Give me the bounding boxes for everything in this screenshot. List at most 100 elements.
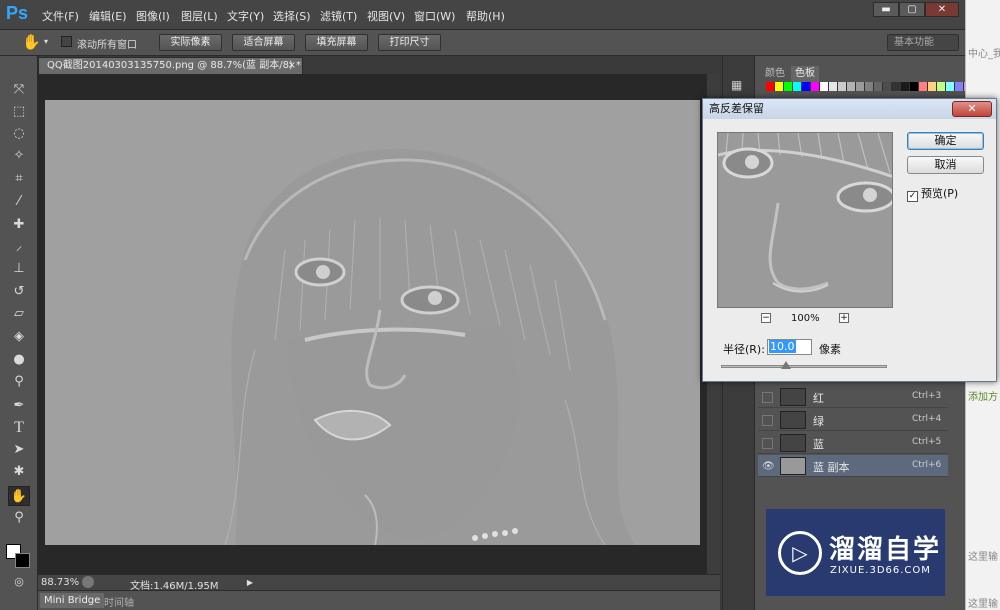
color-swatch[interactable] — [856, 82, 865, 91]
document-tab[interactable]: QQ截图20140303135750.png @ 88.7%(蓝 副本/8) *… — [38, 57, 303, 74]
color-swatch[interactable] — [955, 82, 964, 91]
menu-image[interactable]: 图像(I) — [136, 8, 170, 24]
print-size-button[interactable]: 打印尺寸 — [378, 34, 441, 51]
color-swatch[interactable] — [946, 82, 955, 91]
zoom-in-button[interactable]: + — [839, 313, 849, 323]
color-swatch[interactable] — [784, 82, 793, 91]
color-swatch[interactable] — [937, 82, 946, 91]
menu-file[interactable]: 文件(F) — [42, 8, 79, 24]
color-swatch[interactable] — [892, 82, 901, 91]
zoom-readout[interactable]: 88.73% — [41, 577, 79, 588]
brush-tool-icon[interactable]: ⸝ — [8, 237, 30, 257]
color-swatch[interactable] — [874, 82, 883, 91]
status-info-icon[interactable] — [82, 576, 94, 588]
fill-screen-button[interactable]: 填充屏幕 — [305, 34, 368, 51]
menu-edit[interactable]: 编辑(E) — [89, 8, 127, 24]
menu-view[interactable]: 视图(V) — [367, 8, 405, 24]
actual-pixels-button[interactable]: 实际像素 — [159, 34, 222, 51]
paint-bucket-icon[interactable]: ◈ — [8, 327, 30, 347]
pen-tool-icon[interactable]: ✒ — [8, 396, 30, 416]
dialog-close-button[interactable]: ✕ — [952, 101, 992, 117]
mini-bridge-tab[interactable]: Mini Bridge — [40, 593, 105, 608]
preview-checkbox-row[interactable]: ✓ 预览(P) — [907, 185, 958, 202]
radius-value[interactable]: 10.0 — [769, 340, 796, 353]
eyedropper-tool-icon[interactable]: ⁄ — [8, 192, 30, 212]
minimize-button[interactable]: ▬ — [873, 2, 899, 17]
shape-tool-icon[interactable]: ✱ — [8, 462, 30, 482]
menu-help[interactable]: 帮助(H) — [466, 8, 505, 24]
tool-preset-dropdown-icon[interactable]: ▾ — [44, 37, 48, 46]
fit-screen-button[interactable]: 适合屏幕 — [232, 34, 295, 51]
history-panel-icon[interactable]: ▦ — [731, 78, 742, 92]
image-canvas[interactable] — [45, 100, 700, 545]
color-swatch[interactable] — [928, 82, 937, 91]
timeline-tab[interactable]: 时间轴 — [104, 594, 134, 609]
color-swatch[interactable] — [910, 82, 919, 91]
channel-row-blue-copy[interactable]: 👁 蓝 副本 Ctrl+6 — [758, 455, 948, 477]
type-tool-icon[interactable]: T — [8, 418, 30, 438]
close-document-icon[interactable]: × — [288, 58, 296, 74]
hand-tool-selected-icon[interactable]: ✋ — [8, 486, 30, 506]
color-swatch[interactable] — [847, 82, 856, 91]
dodge-tool-icon[interactable]: ⚲ — [8, 372, 30, 392]
cancel-button[interactable]: 取消 — [907, 156, 984, 174]
clone-stamp-icon[interactable]: ⊥ — [8, 259, 30, 279]
color-swatch[interactable] — [775, 82, 784, 91]
eye-icon[interactable]: 👁 — [762, 461, 775, 472]
color-swatch[interactable] — [811, 82, 820, 91]
color-swatch[interactable] — [865, 82, 874, 91]
color-swatch[interactable] — [766, 82, 775, 91]
close-window-button[interactable]: ✕ — [925, 2, 959, 17]
radius-input[interactable]: 10.0 — [767, 339, 812, 355]
eraser-tool-icon[interactable]: ▱ — [8, 304, 30, 324]
maximize-button[interactable]: ▢ — [899, 2, 925, 17]
zoom-out-button[interactable]: − — [761, 313, 771, 323]
channel-row-red[interactable]: 红 Ctrl+3 — [758, 386, 948, 408]
color-swatch[interactable] — [919, 82, 928, 91]
ok-button[interactable]: 确定 — [907, 132, 984, 150]
menu-type[interactable]: 文字(Y) — [227, 8, 264, 24]
filter-preview[interactable] — [717, 132, 893, 308]
crop-tool-icon[interactable]: ⌗ — [8, 169, 30, 189]
workspace-dropdown[interactable]: 基本功能 — [887, 34, 959, 51]
move-tool-icon[interactable]: ⤧ — [8, 80, 30, 100]
radius-slider[interactable] — [721, 361, 887, 369]
blur-tool-icon[interactable]: ● — [8, 350, 30, 370]
color-swatch[interactable] — [793, 82, 802, 91]
background-color-swatch[interactable] — [15, 553, 30, 568]
color-swatch[interactable] — [829, 82, 838, 91]
magic-wand-tool-icon[interactable]: ✧ — [8, 146, 30, 166]
color-swatch[interactable] — [883, 82, 892, 91]
menu-window[interactable]: 窗口(W) — [414, 8, 455, 24]
scroll-all-checkbox[interactable] — [61, 36, 75, 49]
checkbox-icon[interactable] — [61, 36, 72, 47]
healing-brush-icon[interactable]: ✚ — [8, 215, 30, 235]
visibility-toggle[interactable] — [762, 392, 773, 403]
scroll-all-label: 滚动所有窗口 — [77, 40, 137, 51]
tab-swatches[interactable]: 色板 — [791, 66, 819, 82]
color-swatch[interactable] — [820, 82, 829, 91]
hand-tool-icon[interactable]: ✋ — [22, 33, 41, 51]
visibility-toggle[interactable] — [762, 415, 773, 426]
preview-checkbox[interactable]: ✓ — [907, 191, 918, 202]
channel-row-green[interactable]: 绿 Ctrl+4 — [758, 409, 948, 431]
lasso-tool-icon[interactable]: ◌ — [8, 124, 30, 144]
color-swatch[interactable] — [901, 82, 910, 91]
swatch-grid[interactable] — [766, 82, 973, 91]
marquee-tool-icon[interactable]: ⬚ — [8, 102, 30, 122]
color-swatch[interactable] — [802, 82, 811, 91]
slider-thumb[interactable] — [781, 361, 791, 369]
path-selection-icon[interactable]: ➤ — [8, 440, 30, 460]
quick-mask-icon[interactable]: ◎ — [8, 572, 30, 592]
menu-layer[interactable]: 图层(L) — [181, 8, 218, 24]
status-menu-arrow-icon[interactable]: ▶ — [244, 576, 256, 589]
visibility-toggle[interactable] — [762, 438, 773, 449]
color-swatch[interactable] — [838, 82, 847, 91]
menu-select[interactable]: 选择(S) — [273, 8, 311, 24]
channel-row-blue[interactable]: 蓝 Ctrl+5 — [758, 432, 948, 454]
dialog-title-bar[interactable]: 高反差保留 ✕ — [703, 99, 996, 119]
menu-filter[interactable]: 滤镜(T) — [320, 8, 357, 24]
tab-color[interactable]: 颜色 — [761, 66, 789, 82]
history-brush-icon[interactable]: ↺ — [8, 282, 30, 302]
zoom-tool-icon[interactable]: ⚲ — [8, 508, 30, 528]
